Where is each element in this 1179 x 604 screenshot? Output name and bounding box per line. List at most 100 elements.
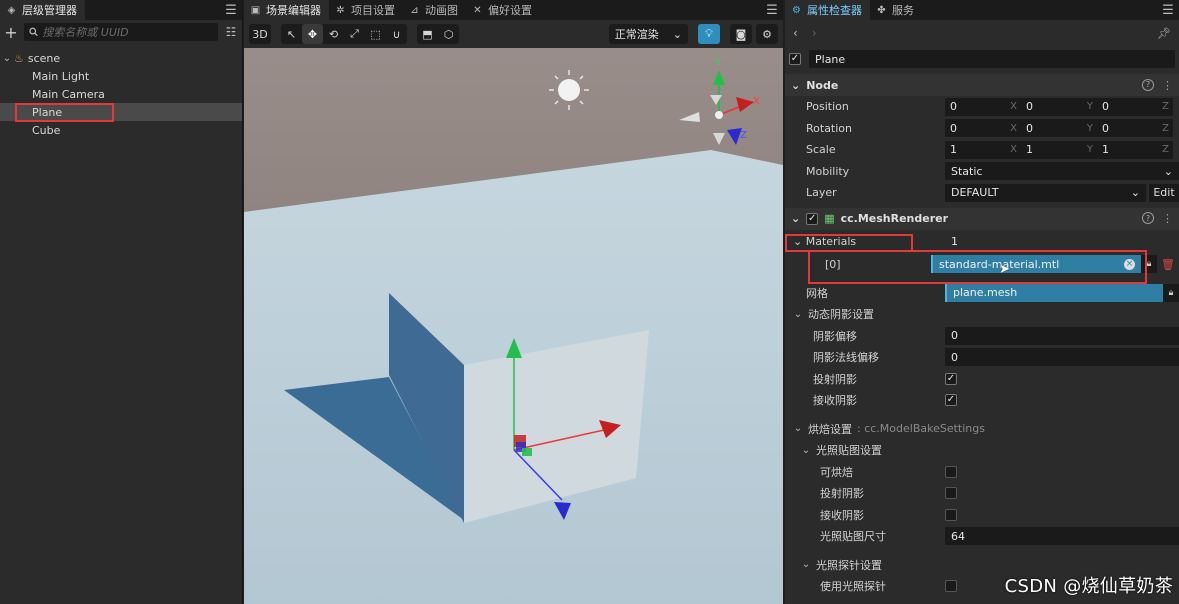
- select-tool-icon[interactable]: ↖: [281, 24, 302, 44]
- rotation-x-field[interactable]: 0X: [945, 119, 1021, 138]
- materials-count-field[interactable]: 1: [945, 232, 1179, 250]
- add-node-icon[interactable]: +: [4, 23, 18, 42]
- layer-edit-button[interactable]: Edit: [1149, 183, 1179, 202]
- tree-item-cube[interactable]: Cube: [0, 121, 242, 139]
- use-probe-checkbox[interactable]: [945, 580, 957, 593]
- component-enabled-checkbox[interactable]: ✓: [806, 212, 819, 225]
- tab-animation-graph[interactable]: ⊿ 动画图: [403, 0, 466, 20]
- node-active-checkbox[interactable]: ✓: [789, 53, 801, 65]
- tree-item-main-light[interactable]: Main Light: [0, 67, 242, 85]
- hierarchy-search[interactable]: [24, 23, 218, 41]
- clear-icon[interactable]: ×: [1124, 258, 1135, 270]
- lock-icon[interactable]: 🔒︎: [1141, 255, 1157, 273]
- chevron-down-icon[interactable]: ⌄: [0, 53, 14, 64]
- tab-preferences[interactable]: ✕ 偏好设置: [466, 0, 540, 20]
- node-name-field[interactable]: [809, 50, 1175, 68]
- more-icon[interactable]: ⋮: [1162, 79, 1173, 92]
- position-z-field[interactable]: 0Z: [1097, 97, 1173, 116]
- forward-arrow-icon[interactable]: ›: [812, 26, 817, 40]
- layer-select[interactable]: DEFAULT ⌄: [945, 183, 1146, 202]
- scale-y-field[interactable]: 1Y: [1021, 140, 1097, 159]
- sort-list-icon[interactable]: ☷: [224, 25, 238, 39]
- bake-cast-shadow-checkbox[interactable]: [945, 487, 957, 500]
- value: 0: [951, 350, 958, 364]
- tab-scene-editor[interactable]: ▣ 场景编辑器: [244, 0, 329, 20]
- scale-x-field[interactable]: 1X: [945, 140, 1021, 159]
- layer-label: Layer: [806, 186, 837, 200]
- mobility-select[interactable]: Static ⌄: [945, 162, 1179, 181]
- lightmap-size-label: 光照贴图尺寸: [820, 530, 886, 544]
- bake-receive-shadow-checkbox[interactable]: [945, 508, 957, 521]
- help-icon[interactable]: ?: [1142, 78, 1154, 91]
- toggle-3d-button[interactable]: 3D: [249, 24, 271, 44]
- shadow-normal-bias-field[interactable]: 0: [945, 348, 1179, 367]
- render-mode-value: 正常渲染: [614, 28, 659, 41]
- scale-z-field[interactable]: 1Z: [1097, 140, 1173, 159]
- lightmap-settings-header[interactable]: ⌄ 光照贴图设置: [785, 440, 1179, 462]
- lock-icon[interactable]: 🔒︎: [1163, 283, 1179, 302]
- bakeable-checkbox[interactable]: [945, 465, 957, 478]
- inspector-icon: ⚙: [792, 4, 801, 16]
- position-y-field[interactable]: 0Y: [1021, 97, 1097, 116]
- tab-hierarchy-label: 层级管理器: [22, 4, 77, 17]
- gear-icon: ✲: [336, 4, 345, 16]
- hierarchy-menu-icon[interactable]: ☰: [220, 0, 242, 20]
- mesh-asset-field[interactable]: plane.mesh: [945, 283, 1163, 302]
- camera-icon[interactable]: ◙: [730, 24, 752, 44]
- shadow-bias-field[interactable]: 0: [945, 326, 1179, 345]
- tab-label: 属性检查器: [807, 4, 862, 17]
- pivot-icon[interactable]: ⬒: [417, 24, 438, 44]
- settings-gear-icon[interactable]: ⚙: [756, 24, 778, 44]
- receive-shadows-checkbox[interactable]: ✓: [945, 394, 957, 407]
- position-row: Position 0X 0Y 0Z: [785, 96, 1179, 118]
- scene-viewport[interactable]: Y X Z: [244, 20, 783, 604]
- move-tool-icon[interactable]: ✥: [302, 24, 323, 44]
- pivot-tools: ⬒ ⬡: [417, 24, 459, 44]
- chevron-down-icon: ⌄: [801, 559, 811, 571]
- rect-tool-icon[interactable]: ⬚: [365, 24, 386, 44]
- hierarchy-search-input[interactable]: [42, 25, 213, 39]
- tab-hierarchy[interactable]: ◈ 层级管理器: [0, 0, 85, 20]
- material-asset-field[interactable]: standard-material.mtl ×: [931, 255, 1141, 273]
- materials-label[interactable]: ⌄ Materials: [785, 235, 945, 248]
- delete-icon[interactable]: 🗑︎: [1157, 258, 1179, 271]
- shadow-normal-bias-row: 阴影法线偏移 0: [785, 347, 1179, 369]
- lightbulb-icon[interactable]: 💡︎: [698, 24, 720, 44]
- bake-cast-shadow-label: 投射阴影: [820, 487, 864, 501]
- position-x-field[interactable]: 0X: [945, 97, 1021, 116]
- inspector-body: ✓ ⌄ Node ?⋮ Position 0X 0Y 0Z Rotation 0…: [785, 48, 1179, 604]
- tab-inspector[interactable]: ⚙ 属性检查器: [785, 0, 870, 20]
- material-index-label: [0]: [825, 257, 841, 271]
- cast-shadows-checkbox[interactable]: ✓: [945, 372, 957, 385]
- rotate-tool-icon[interactable]: ⟲: [323, 24, 344, 44]
- tree-item-label: Main Camera: [32, 87, 105, 101]
- dynamic-shadow-header[interactable]: ⌄ 动态阴影设置: [785, 304, 1179, 326]
- render-mode-select[interactable]: 正常渲染 ⌄: [608, 24, 688, 44]
- position-label: Position: [806, 100, 849, 114]
- bake-settings-header[interactable]: ⌄ 烘焙设置 : cc.ModelBakeSettings: [785, 418, 1179, 440]
- tree-item-main-camera[interactable]: Main Camera: [0, 85, 242, 103]
- tree-item-scene[interactable]: ⌄ ♨ scene: [0, 49, 242, 67]
- chevron-down-icon: ⌄: [793, 308, 803, 320]
- value: 1: [1026, 143, 1033, 157]
- snap-tool-icon[interactable]: ∪: [386, 24, 407, 44]
- tab-label: 偏好设置: [488, 4, 532, 17]
- rotation-y-field[interactable]: 0Y: [1021, 119, 1097, 138]
- coordinate-space-icon[interactable]: ⬡: [438, 24, 459, 44]
- inspector-menu-icon[interactable]: ☰: [1157, 0, 1179, 20]
- tab-services[interactable]: ✤ 服务: [870, 0, 922, 20]
- services-icon: ✤: [877, 4, 886, 16]
- help-icon[interactable]: ?: [1142, 212, 1154, 224]
- tab-project-settings[interactable]: ✲ 项目设置: [329, 0, 403, 20]
- more-icon[interactable]: ⋮: [1162, 212, 1173, 225]
- node-section-header[interactable]: ⌄ Node ? ⋮: [785, 74, 1179, 96]
- rotation-z-field[interactable]: 0Z: [1097, 119, 1173, 138]
- pin-icon[interactable]: 📌︎: [1157, 27, 1171, 40]
- scale-tool-icon[interactable]: ⤢: [344, 24, 365, 44]
- tree-item-plane[interactable]: Plane: [0, 103, 242, 121]
- back-arrow-icon[interactable]: ‹: [793, 26, 798, 40]
- meshrenderer-section-header[interactable]: ⌄ ✓ ▦ cc.MeshRenderer ? ⋮: [785, 207, 1179, 230]
- axis-y-label: Y: [1086, 144, 1093, 156]
- lightmap-size-field[interactable]: 64: [945, 527, 1179, 546]
- scene-menu-icon[interactable]: ☰: [761, 0, 783, 20]
